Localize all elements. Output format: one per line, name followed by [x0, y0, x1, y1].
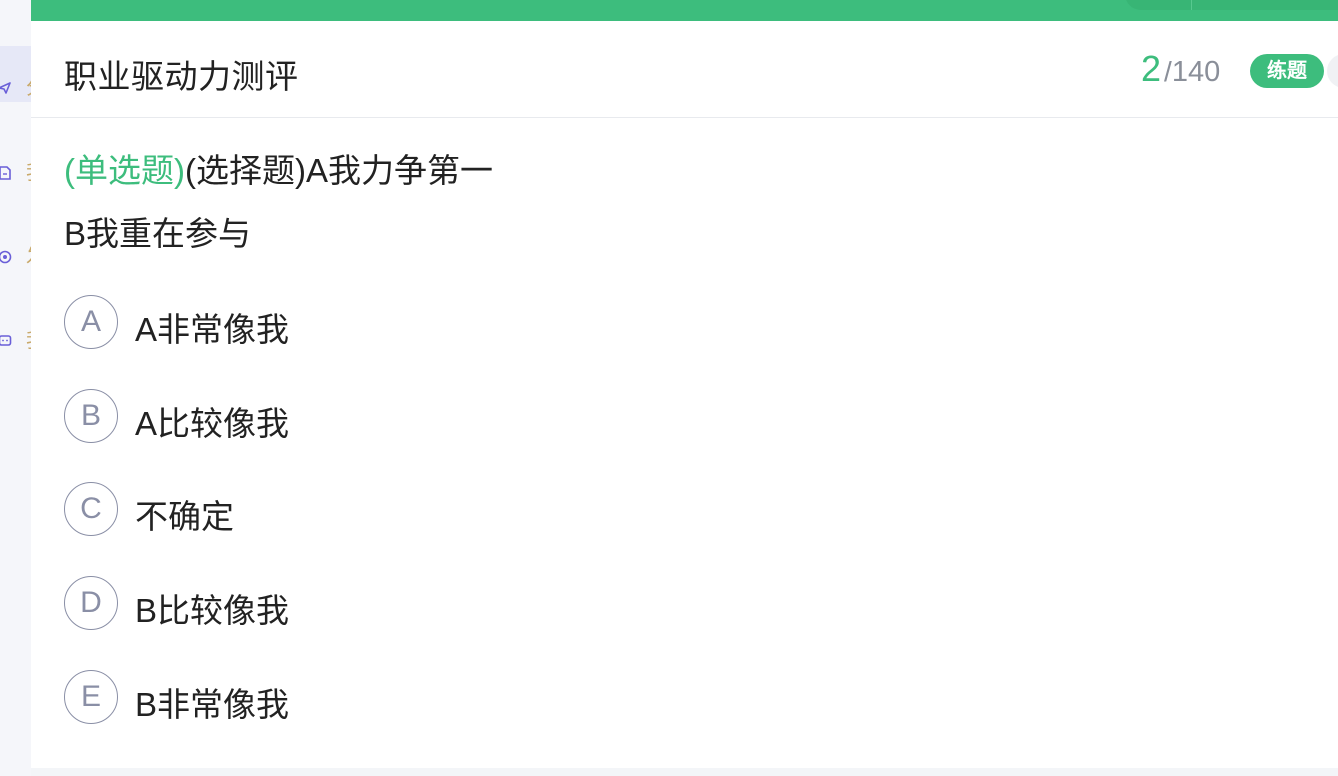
option-letter[interactable]: A — [64, 295, 118, 349]
option-e[interactable]: E B非常像我 — [64, 670, 664, 726]
mode-badge[interactable]: 练题 — [1250, 54, 1324, 88]
page-title: 职业驱动力测评 — [64, 58, 299, 95]
question-type-tag: (单选题) — [64, 152, 185, 189]
option-text[interactable]: B比较像我 — [135, 584, 289, 632]
option-c[interactable]: C 不确定 — [64, 482, 664, 538]
document-icon — [0, 166, 11, 180]
question-card: 职业驱动力测评 2/140 练题 (单选题)(选择题)A我力争第一 B我重在参与… — [31, 21, 1338, 768]
question-text: (单选题)(选择题)A我力争第一 B我重在参与 — [64, 139, 1314, 265]
sidebar-item-share[interactable]: 分 — [0, 46, 31, 102]
option-text[interactable]: A比较像我 — [135, 397, 289, 445]
option-text[interactable]: 不确定 — [135, 490, 234, 538]
counter-separator: / — [1164, 56, 1172, 87]
divider — [1191, 0, 1192, 10]
question-line-1: (单选题)(选择题)A我力争第一 — [64, 139, 1314, 202]
card-header: 职业驱动力测评 2/140 练题 — [31, 21, 1338, 118]
chat-icon — [0, 335, 12, 346]
option-letter[interactable]: C — [64, 482, 118, 536]
option-a[interactable]: A A非常像我 — [64, 295, 664, 351]
option-letter[interactable]: B — [64, 389, 118, 443]
option-letter[interactable]: E — [64, 670, 118, 724]
sidebar-item-messages[interactable]: 我 — [0, 313, 31, 369]
send-icon — [0, 82, 11, 94]
option-text[interactable]: B非常像我 — [135, 678, 289, 726]
question-line-2: B我重在参与 — [64, 215, 252, 252]
total-questions: 140 — [1171, 56, 1221, 88]
option-letter[interactable]: D — [64, 576, 118, 630]
option-b[interactable]: B A比较像我 — [64, 389, 664, 445]
sidebar: 分 我 发 我 — [0, 0, 31, 776]
sidebar-item-my-docs[interactable]: 我 — [0, 145, 31, 201]
top-bar-pill — [1125, 0, 1338, 10]
target-icon — [0, 250, 12, 264]
question-stem: (选择题)A我力争第一 — [184, 152, 493, 189]
current-question-number: 2 — [1141, 48, 1162, 89]
question-counter: 2/140 — [1141, 48, 1220, 90]
top-bar — [31, 0, 1338, 21]
option-d[interactable]: D B比较像我 — [64, 576, 664, 632]
option-text[interactable]: A非常像我 — [135, 303, 289, 351]
sidebar-item-discover[interactable]: 发 — [0, 229, 31, 285]
next-badge-partial[interactable] — [1327, 54, 1338, 88]
